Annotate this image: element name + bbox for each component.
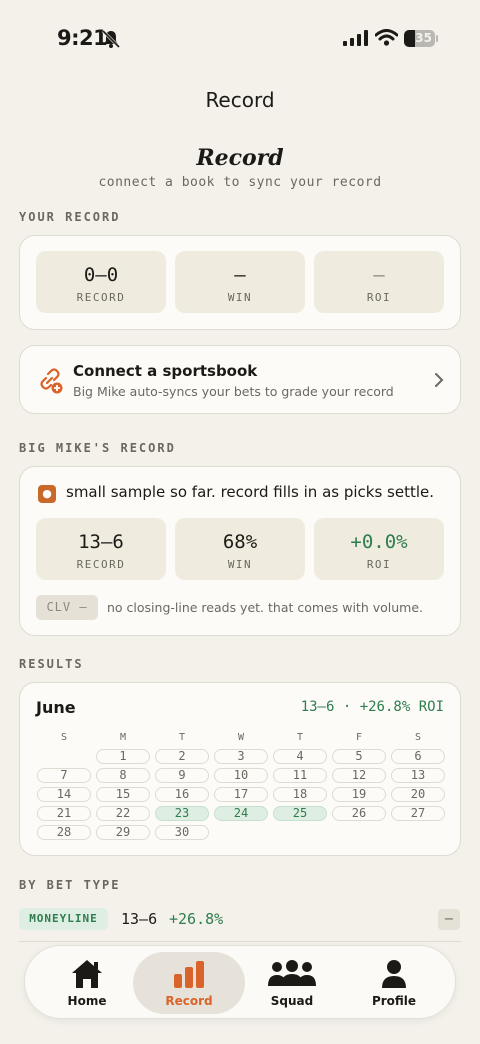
- mike-stat-win: 68% WIN: [175, 518, 305, 580]
- your-record-stat-roi: — ROI: [314, 251, 444, 313]
- results-card: June 13–6 · +26.8% ROI SMTWTFS1234567891…: [19, 682, 461, 856]
- status-time: 9:21: [57, 26, 108, 50]
- clv-badge: CLV —: [36, 595, 98, 620]
- calendar-day[interactable]: 3: [214, 749, 268, 764]
- mike-stat-record: 13–6 RECORD: [36, 518, 166, 580]
- calendar-day[interactable]: 7: [37, 768, 91, 783]
- bell-muted-icon: [101, 29, 121, 49]
- weekday-label: S: [414, 732, 422, 743]
- tab-profile[interactable]: Profile: [338, 952, 450, 1014]
- moneyline-record: 13–6: [121, 910, 158, 928]
- your-record-stat-record: 0–0 RECORD: [36, 251, 166, 313]
- bar-chart-icon: [174, 961, 204, 988]
- calendar-day[interactable]: 5: [332, 749, 386, 764]
- moneyline-collapse-button[interactable]: −: [438, 909, 460, 930]
- link-plus-icon: [40, 368, 63, 394]
- moneyline-roi: +26.8%: [169, 910, 224, 928]
- your-record-label: YOUR RECORD: [19, 210, 121, 224]
- home-icon: [72, 960, 102, 988]
- calendar-day[interactable]: 25: [273, 806, 327, 821]
- your-record-stat-win: — WIN: [175, 251, 305, 313]
- calendar-day[interactable]: 19: [332, 787, 386, 802]
- calendar-day[interactable]: 30: [155, 825, 209, 840]
- calendar-day[interactable]: 12: [332, 768, 386, 783]
- mike-message: small sample so far. record fills in as …: [66, 483, 435, 501]
- weekday-label: T: [178, 732, 186, 743]
- calendar-day[interactable]: 8: [96, 768, 150, 783]
- wifi-icon: [375, 29, 398, 46]
- calendar-day[interactable]: 4: [273, 749, 327, 764]
- cellular-signal-icon: [343, 30, 368, 46]
- calendar-day[interactable]: 11: [273, 768, 327, 783]
- status-bar: 9:21 35: [0, 0, 480, 78]
- divider: [19, 941, 461, 942]
- calendar-day[interactable]: 14: [37, 787, 91, 802]
- calendar-day[interactable]: 18: [273, 787, 327, 802]
- calendar-day[interactable]: 27: [391, 806, 445, 821]
- calendar-day[interactable]: 20: [391, 787, 445, 802]
- calendar-day[interactable]: 10: [214, 768, 268, 783]
- person-icon: [382, 960, 406, 988]
- calendar-day[interactable]: 17: [214, 787, 268, 802]
- calendar-day[interactable]: 15: [96, 787, 150, 802]
- weekday-label: M: [119, 732, 127, 743]
- connect-subtitle: Big Mike auto-syncs your bets to grade y…: [73, 384, 394, 399]
- calendar-day[interactable]: 24: [214, 806, 268, 821]
- calendar-day[interactable]: 28: [37, 825, 91, 840]
- page-subtitle: connect a book to sync your record: [98, 175, 382, 190]
- calendar-day[interactable]: 22: [96, 806, 150, 821]
- weekday-label: F: [355, 732, 363, 743]
- calendar-day[interactable]: 26: [332, 806, 386, 821]
- chevron-right-icon: [435, 373, 444, 387]
- your-record-card: 0–0 RECORD — WIN — ROI: [19, 235, 461, 330]
- mike-stat-roi: +0.0% ROI: [314, 518, 444, 580]
- bet-type-label: BY BET TYPE: [19, 878, 121, 892]
- calendar-day[interactable]: 21: [37, 806, 91, 821]
- group-icon: [268, 960, 316, 986]
- battery-icon: 35: [404, 30, 438, 47]
- month-summary: 13–6 · +26.8% ROI: [300, 699, 444, 715]
- moneyline-tag: MONEYLINE: [19, 908, 108, 930]
- weekday-label: S: [60, 732, 68, 743]
- calendar-day[interactable]: 16: [155, 787, 209, 802]
- calendar-day[interactable]: 23: [155, 806, 209, 821]
- clv-text: no closing-line reads yet. that comes wi…: [107, 600, 423, 615]
- nav-title: Record: [205, 88, 275, 112]
- bear-icon: ●: [38, 485, 56, 503]
- calendar-day[interactable]: 6: [391, 749, 445, 764]
- mike-record-card: ● small sample so far. record fills in a…: [19, 466, 461, 636]
- calendar-day[interactable]: 9: [155, 768, 209, 783]
- tab-bar: Home Record Squad Profile: [24, 945, 456, 1019]
- weekday-label: T: [296, 732, 304, 743]
- calendar-day[interactable]: 13: [391, 768, 445, 783]
- mike-record-label: BIG MIKE'S RECORD: [19, 441, 176, 455]
- calendar-day[interactable]: 1: [96, 749, 150, 764]
- tab-home[interactable]: Home: [31, 952, 143, 1014]
- calendar-month: June: [36, 698, 76, 717]
- tab-record[interactable]: Record: [133, 952, 245, 1014]
- page-title: Record: [196, 145, 284, 171]
- calendar-day[interactable]: 2: [155, 749, 209, 764]
- results-label: RESULTS: [19, 657, 84, 671]
- tab-squad[interactable]: Squad: [236, 952, 348, 1014]
- weekday-label: W: [237, 732, 245, 743]
- calendar-day[interactable]: 29: [96, 825, 150, 840]
- connect-title: Connect a sportsbook: [73, 362, 258, 380]
- connect-sportsbook-button[interactable]: Connect a sportsbook Big Mike auto-syncs…: [19, 345, 461, 414]
